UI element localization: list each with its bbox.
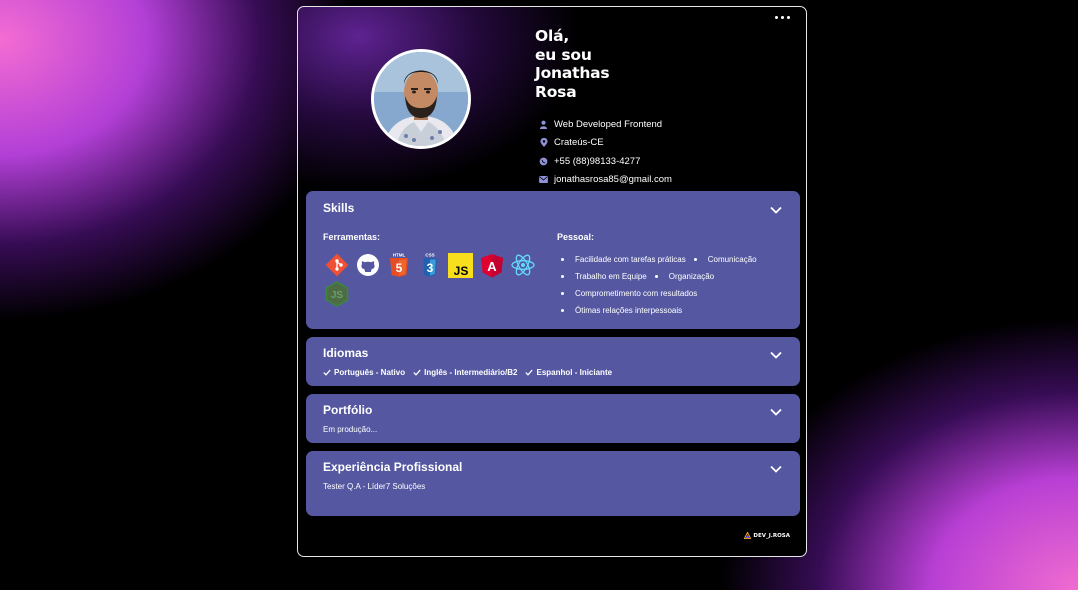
contact-phone[interactable]: +55 (88)98133-4277 [535, 152, 795, 171]
soft-skills-list: Facilidade com tarefas práticas Comunica… [557, 251, 797, 319]
check-icon [323, 369, 331, 376]
svg-text:3: 3 [426, 261, 433, 275]
portfolio-title: Portfólio [323, 403, 373, 417]
list-item: Espanhol - Iniciante [525, 368, 612, 377]
contact-email[interactable]: jonathasrosa85@gmail.com [535, 171, 795, 190]
contact-text: +55 (88)98133-4277 [554, 155, 641, 167]
contact-role: Web Developed Frontend [535, 115, 795, 134]
location-pin-icon [538, 137, 549, 148]
footer-logo: DEV_J.ROSA [744, 532, 790, 539]
experience-text: Tester Q.A - Líder7 Soluções [323, 482, 426, 491]
intro-section: Olá, eu sou Jonathas Rosa Web Developed … [535, 27, 795, 189]
list-item: Inglês - Intermediário/B2 [413, 368, 517, 377]
chevron-down-icon[interactable] [769, 407, 783, 417]
contact-text: Web Developed Frontend [554, 118, 663, 130]
skills-panel: Skills Ferramentas: HTML 5 CSS 3 JS A JS… [306, 191, 800, 329]
list-item: Comprometimento com resultados [557, 285, 797, 302]
javascript-icon: JS [447, 252, 474, 278]
soft-skills-label: Pessoal: [557, 232, 595, 242]
languages-panel: Idiomas Português - Nativo Inglês - Inte… [306, 337, 800, 386]
experience-panel: Experiência Profissional Tester Q.A - Lí… [306, 451, 800, 516]
contact-text: jonathasrosa85@gmail.com [554, 174, 672, 186]
list-item: Ótimas relações interpessoais [557, 302, 797, 319]
list-item: Trabalho em Equipe Organização [557, 268, 797, 285]
svg-text:JS: JS [330, 290, 343, 301]
list-item: Português - Nativo [323, 368, 405, 377]
tools-list: HTML 5 CSS 3 JS A JS [323, 252, 548, 307]
skills-title: Skills [323, 201, 355, 215]
svg-text:JS: JS [454, 264, 469, 278]
contact-list: Web Developed Frontend Crateús-CE +55 (8… [535, 115, 795, 189]
check-icon [413, 369, 421, 376]
check-icon [525, 369, 534, 376]
chevron-down-icon[interactable] [769, 350, 783, 360]
svg-text:HTML: HTML [392, 253, 405, 258]
whatsapp-icon [538, 156, 549, 167]
angular-icon: A [478, 253, 505, 277]
list-item: Facilidade com tarefas práticas Comunica… [557, 251, 797, 268]
svg-text:CSS: CSS [425, 253, 434, 258]
tools-label: Ferramentas: [323, 232, 381, 242]
more-options-icon[interactable] [775, 16, 790, 19]
profile-card: Olá, eu sou Jonathas Rosa Web Developed … [297, 6, 807, 557]
languages-list: Português - Nativo Inglês - Intermediári… [323, 368, 612, 377]
svg-text:5: 5 [395, 261, 402, 275]
contact-location: Crateús-CE [535, 134, 795, 153]
languages-title: Idiomas [323, 346, 369, 360]
nodejs-icon: JS [323, 281, 350, 307]
github-icon [354, 253, 381, 277]
svg-text:A: A [487, 259, 497, 274]
envelope-icon [538, 174, 549, 185]
logo-icon [744, 532, 752, 539]
greeting-title: Olá, eu sou Jonathas Rosa [535, 27, 610, 101]
html5-icon: HTML 5 [385, 253, 412, 277]
git-icon [323, 253, 350, 277]
contact-text: Crateús-CE [554, 137, 604, 149]
chevron-down-icon[interactable] [769, 205, 783, 215]
chevron-down-icon[interactable] [769, 464, 783, 474]
avatar [371, 49, 471, 149]
portfolio-text: Em produção... [323, 425, 378, 434]
css3-icon: CSS 3 [416, 253, 443, 277]
experience-title: Experiência Profissional [323, 460, 463, 474]
react-icon [509, 253, 536, 277]
portfolio-panel: Portfólio Em produção... [306, 394, 800, 443]
person-icon [538, 119, 549, 130]
